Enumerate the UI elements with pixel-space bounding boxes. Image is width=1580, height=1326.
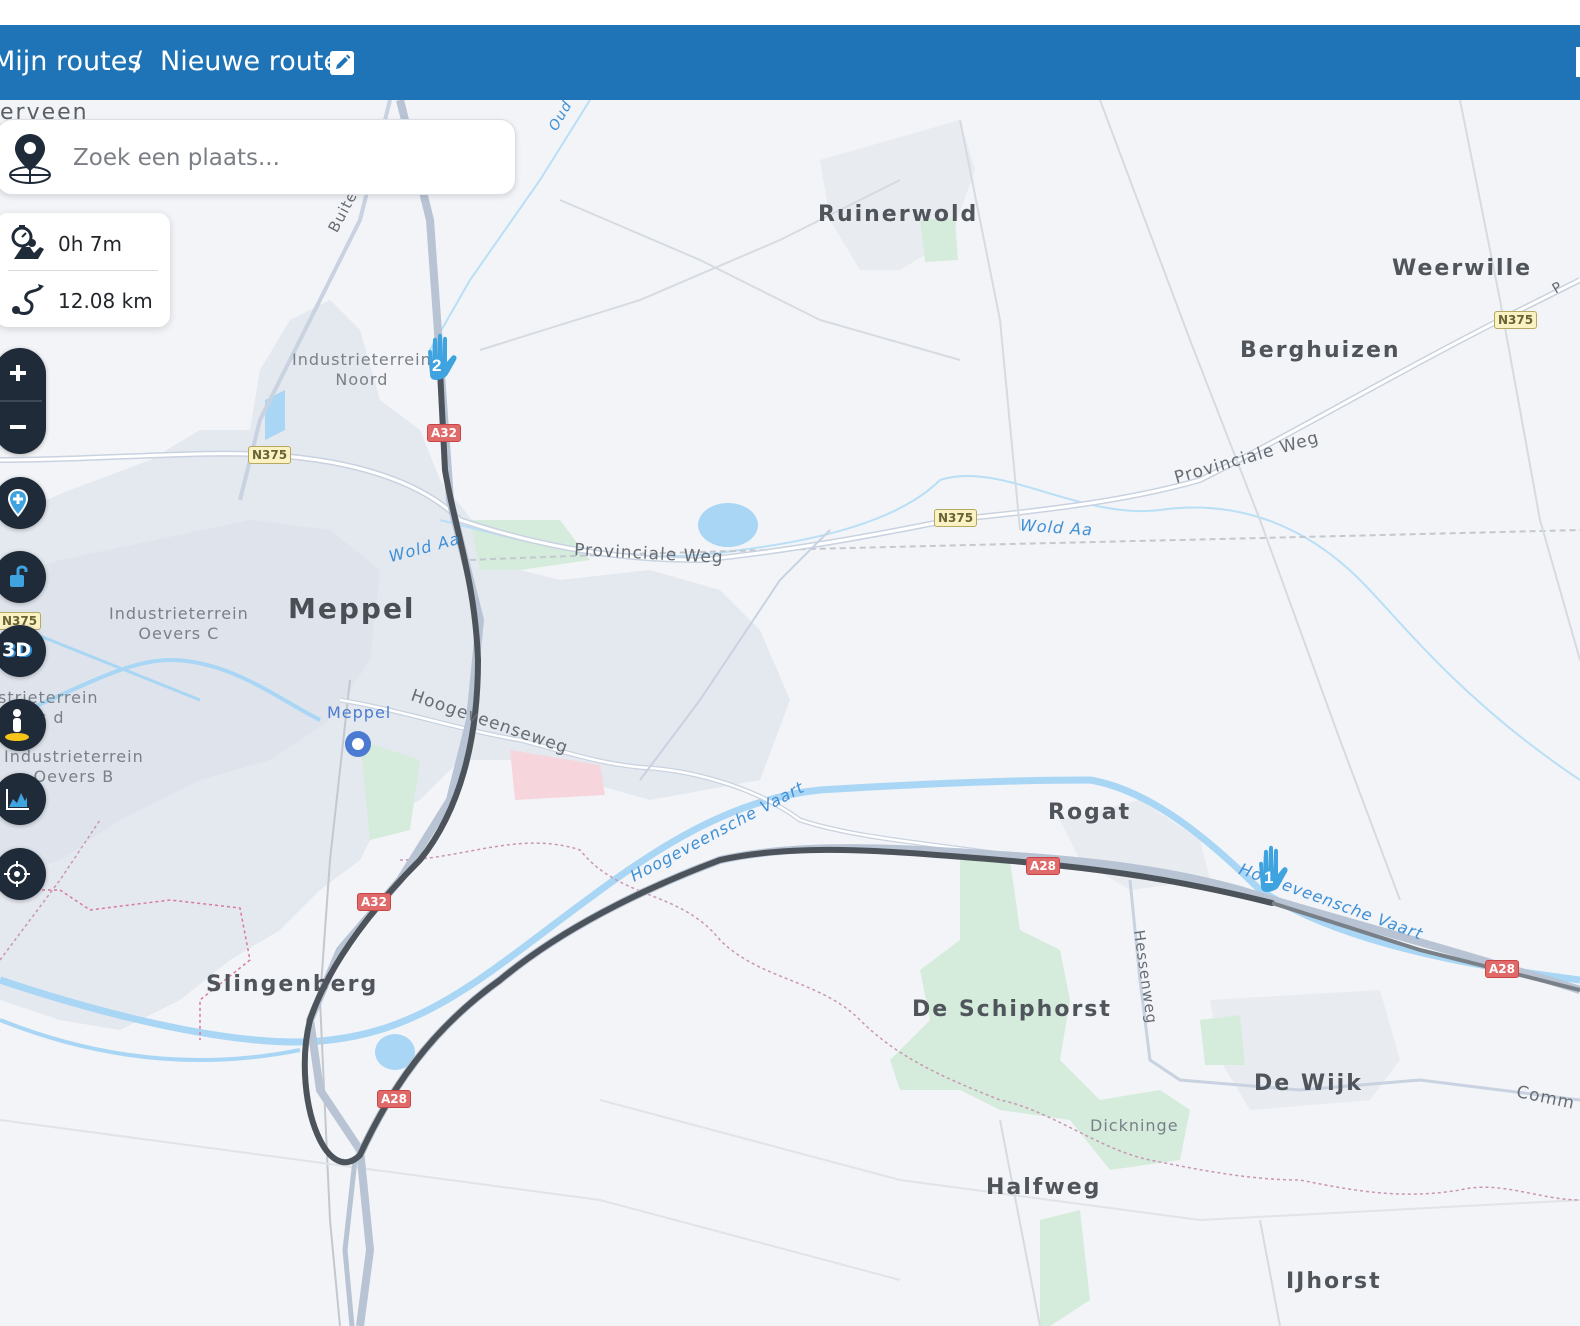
- industrieterrein-noord-line2: Noord: [335, 370, 389, 389]
- place-label-de-schiphorst: De Schiphorst: [912, 997, 1112, 1022]
- app-header: Mijn routes / Nieuwe route: [0, 25, 1580, 100]
- header-edge: [1576, 47, 1580, 77]
- place-label-dickninge: Dickninge: [1090, 1116, 1179, 1135]
- edit-icon[interactable]: [329, 50, 355, 76]
- place-label-halfweg: Halfweg: [986, 1175, 1102, 1200]
- location-pin-icon: [9, 134, 51, 184]
- hand-marker-icon: [428, 333, 457, 380]
- place-label-de-wijk: De Wijk: [1254, 1071, 1363, 1096]
- zoom-in-button[interactable]: [0, 348, 46, 400]
- place-search-box: [0, 119, 516, 195]
- place-label-ijhorst: IJhorst: [1286, 1269, 1382, 1294]
- pin-plus-icon: [8, 489, 28, 517]
- station-label-meppel: Meppel: [327, 703, 392, 722]
- route-marker-start[interactable]: 1: [1253, 842, 1293, 894]
- place-label-ruinerwold: Ruinerwold: [818, 202, 979, 227]
- place-label-rogat: Rogat: [1048, 800, 1132, 825]
- place-label-weerwille: Weerwille: [1392, 256, 1533, 281]
- breadcrumb-current-route: Nieuwe route: [160, 46, 341, 77]
- industrieterrein-noord-line1: Industrieterrein: [292, 350, 432, 369]
- pegman-icon: [5, 709, 29, 741]
- add-waypoint-button[interactable]: [0, 477, 46, 529]
- route-distance: 12.08 km: [58, 289, 153, 313]
- road-shield-a28: A28: [1485, 960, 1519, 978]
- route-marker-end[interactable]: 2: [422, 330, 462, 382]
- place-label-industrieterrein-oevers-c: Industrieterrein Oevers C: [109, 604, 249, 644]
- elevation-profile-button[interactable]: [0, 773, 46, 825]
- road-shield-a32: A32: [357, 893, 391, 911]
- road-shield-a32: A32: [427, 424, 461, 442]
- place-label-slingenberg: Slingenberg: [206, 972, 379, 997]
- road-shield-a28: A28: [1026, 857, 1060, 875]
- zoom-out-button[interactable]: [0, 402, 46, 454]
- place-label-meppel: Meppel: [288, 592, 416, 625]
- road-shield-a28: A28: [377, 1090, 411, 1108]
- plus-icon: [10, 365, 26, 381]
- road-shield-n375: N375: [1494, 311, 1538, 329]
- crosshair-icon: [4, 861, 30, 887]
- route-duration: 0h 7m: [58, 232, 122, 256]
- browser-top-strip: [0, 0, 1580, 25]
- lock-open-icon: [10, 565, 28, 587]
- duration-row: 0h 7m: [0, 213, 170, 269]
- marker-number: 1: [1264, 868, 1274, 887]
- locate-me-button[interactable]: [0, 848, 46, 900]
- route-path-icon: [12, 284, 44, 315]
- search-input[interactable]: [71, 140, 495, 176]
- breadcrumb-separator: /: [133, 46, 143, 77]
- lock-toggle-button[interactable]: [0, 551, 46, 603]
- 3d-label: 3D: [2, 639, 31, 661]
- place-label-berghuizen: Berghuizen: [1240, 338, 1401, 363]
- minus-icon: [10, 425, 26, 429]
- route-stats-panel: 0h 7m 12.08 km: [0, 213, 170, 327]
- street-view-button[interactable]: [0, 699, 46, 751]
- industrieterrein-oevers-c-line1: Industrieterrein: [109, 604, 249, 623]
- map-base-layer: [0, 100, 1580, 1326]
- road-shield-n375: N375: [248, 446, 292, 464]
- map-canvas[interactable]: erveen Ruinerwold Weerwille Berghuizen M…: [0, 100, 1580, 1326]
- place-label-industrieterrein-noord: Industrieterrein Noord: [292, 350, 432, 390]
- industrieterrein-oevers-c-line2: Oevers C: [138, 624, 220, 643]
- distance-row: 12.08 km: [0, 270, 170, 326]
- elevation-chart-icon: [6, 789, 29, 810]
- zoom-controls: [0, 348, 46, 454]
- road-shield-n375: N375: [934, 509, 978, 527]
- stopwatch-driver-icon: [11, 225, 44, 259]
- breadcrumb-my-routes[interactable]: Mijn routes: [0, 46, 141, 77]
- marker-number: 2: [432, 356, 442, 375]
